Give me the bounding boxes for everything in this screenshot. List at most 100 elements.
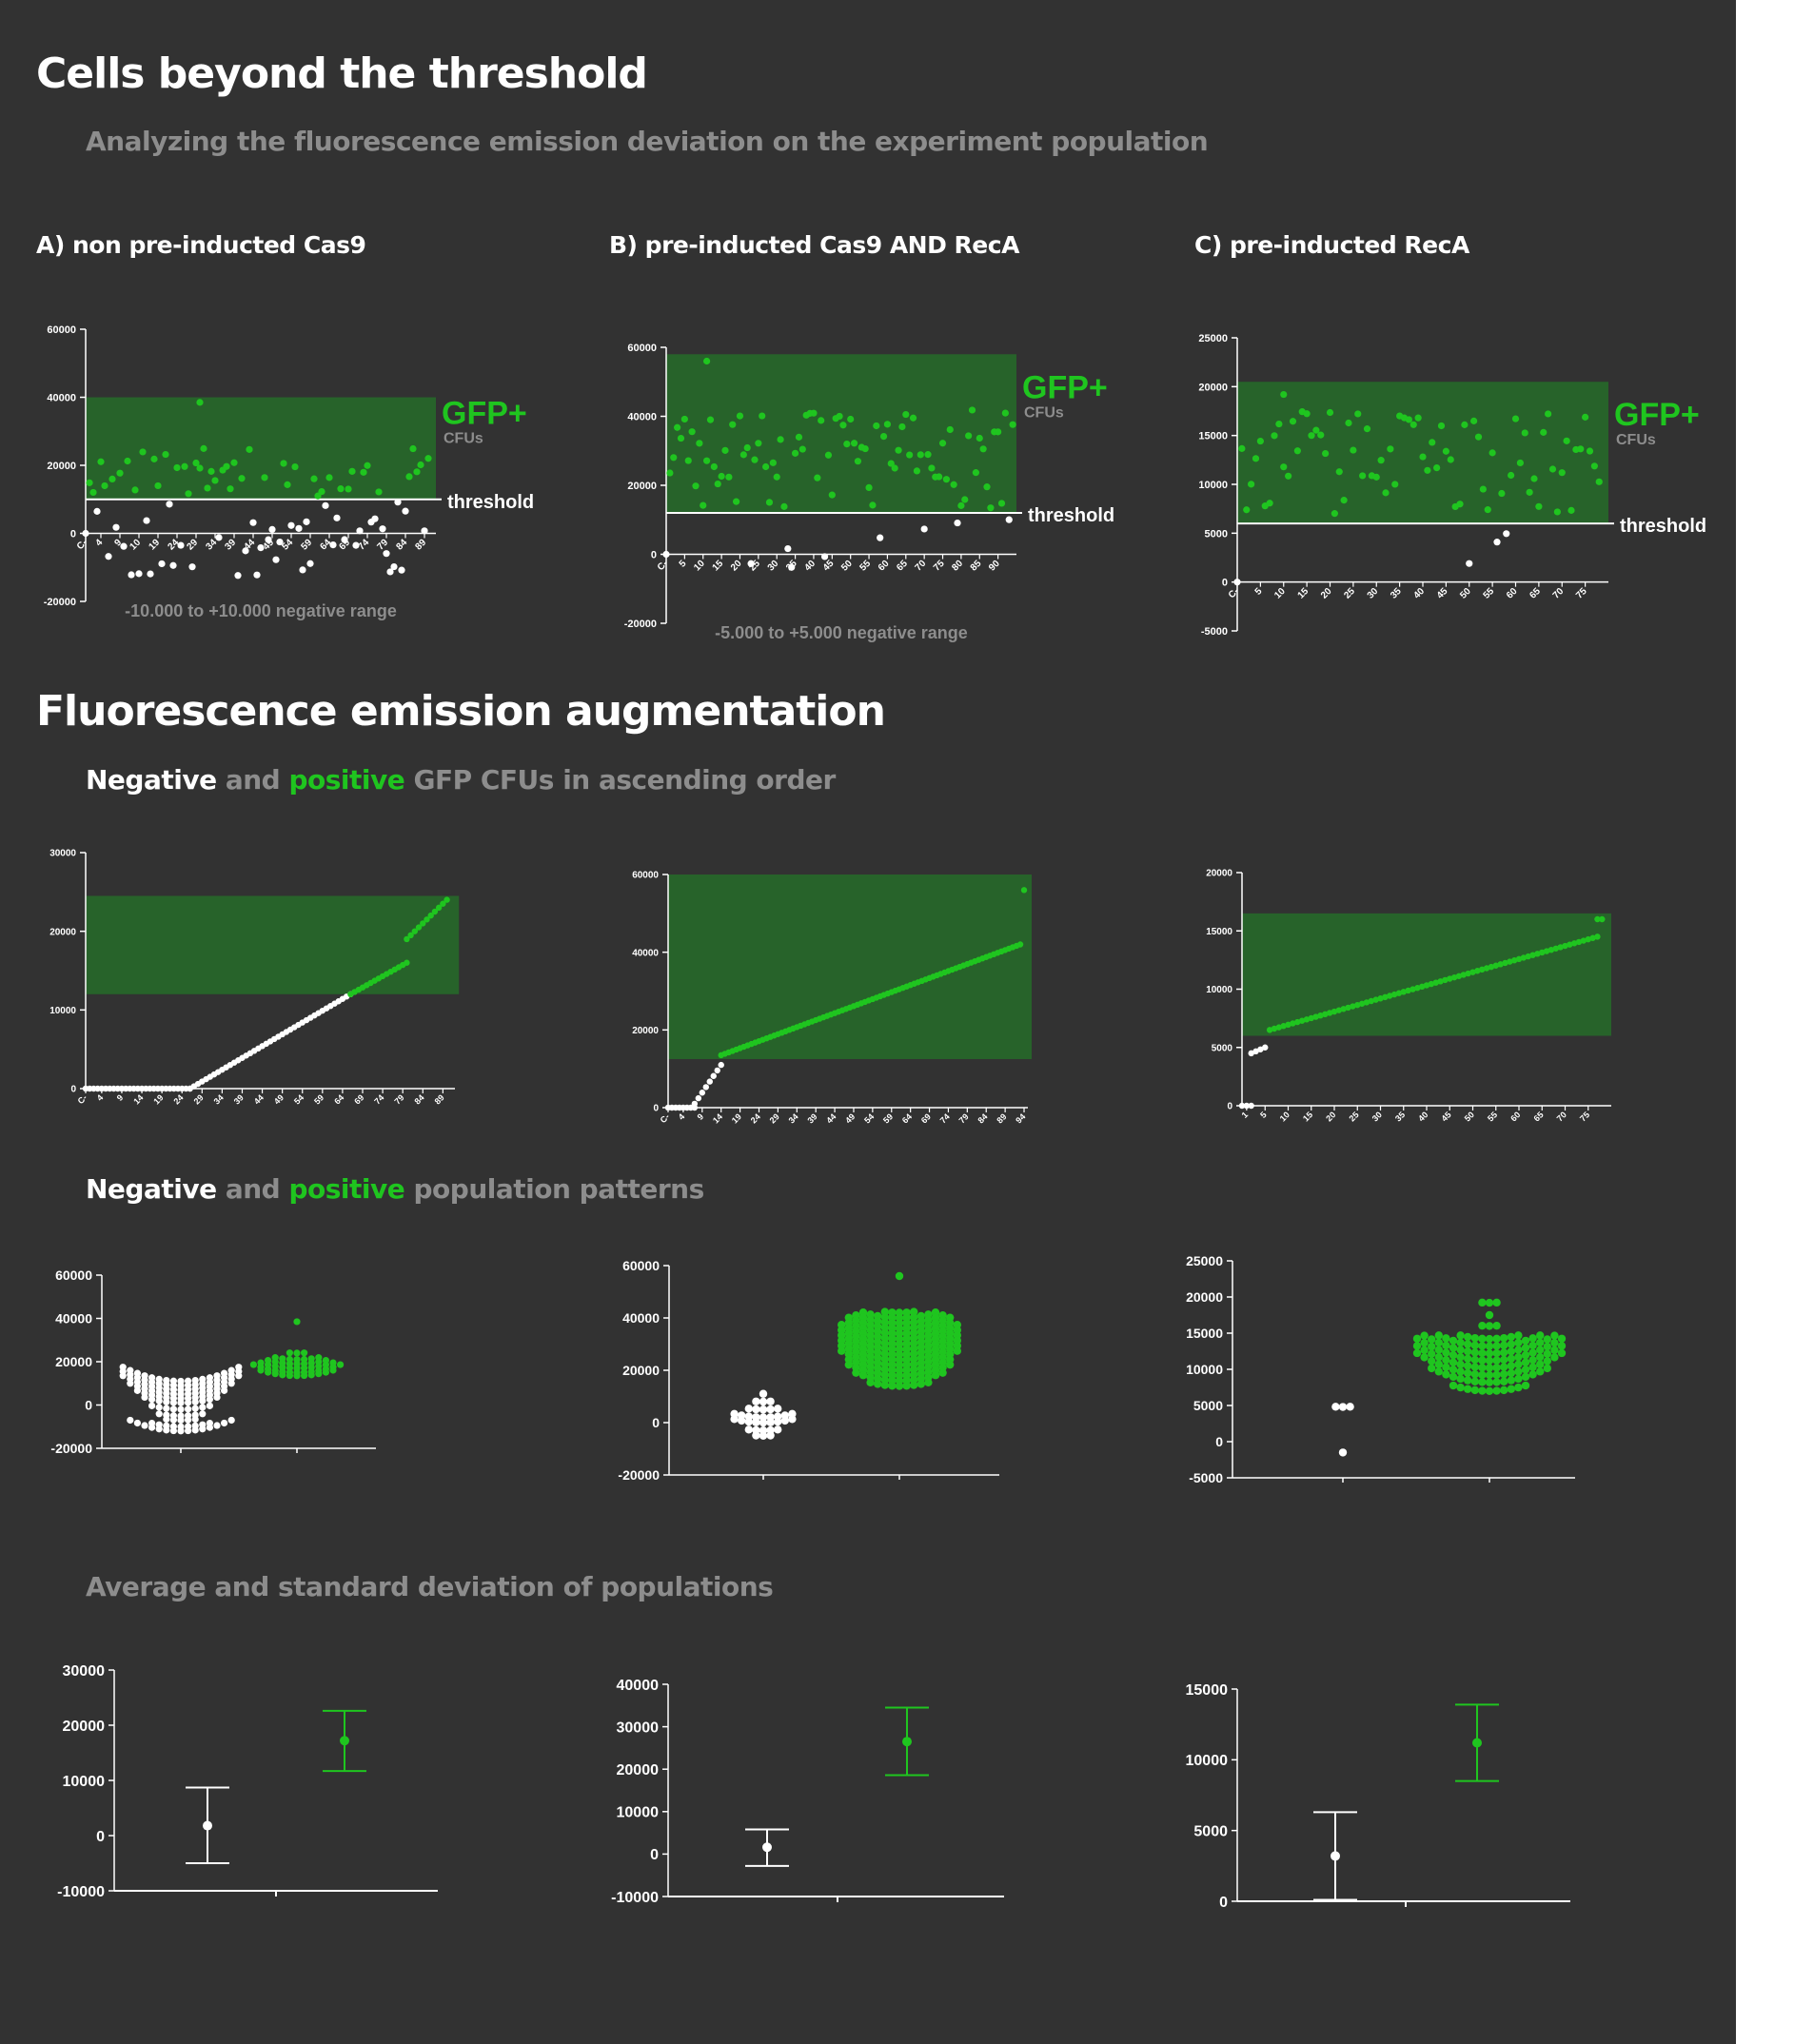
positive-point (677, 434, 685, 442)
negative-point (766, 1431, 775, 1440)
positive-point (1485, 1342, 1494, 1350)
y-tick-label: 10000 (1186, 1753, 1229, 1769)
positive-point (307, 1371, 315, 1379)
positive-point (1507, 1347, 1515, 1356)
positive-point (1363, 425, 1371, 433)
positive-point (917, 451, 924, 459)
negative-point (199, 1404, 207, 1411)
positive-point (1474, 433, 1483, 441)
x-tick-label: 40 (1411, 586, 1427, 601)
positive-point (824, 451, 833, 459)
scatter-chart-a: -200000200004000060000C- 4 9 10 19 24 29 34 39 44… (44, 324, 534, 620)
positive-point (1514, 1352, 1523, 1362)
positive-point (1508, 471, 1515, 480)
x-tick-label: 30 (766, 559, 781, 574)
gfp-label: GFP+ (442, 396, 527, 432)
positive-point (1420, 1338, 1429, 1347)
positive-point (879, 432, 888, 441)
positive-point (765, 499, 774, 506)
x-tick-label: 60 (1505, 586, 1520, 601)
y-tick-label: -20000 (44, 597, 76, 608)
positive-point (965, 432, 973, 440)
positive-point (1322, 449, 1330, 458)
positive-point (1377, 457, 1385, 464)
y-tick-label: -20000 (624, 619, 657, 630)
negative-point (188, 563, 196, 571)
positive-point (1420, 1346, 1429, 1354)
negative-point (954, 519, 961, 527)
positive-point (839, 422, 847, 429)
negative-point (695, 1094, 702, 1102)
positive-point (1478, 1386, 1487, 1395)
positive-point (1492, 1342, 1501, 1350)
negative-point (105, 553, 112, 560)
positive-point (902, 1382, 911, 1390)
positive-point (1433, 464, 1441, 472)
x-tick-label: 89 (433, 1092, 446, 1106)
y-tick-label: 0 (1222, 578, 1228, 589)
positive-point (329, 1366, 337, 1374)
x-tick-label: 19 (151, 1092, 165, 1106)
positive-point (836, 412, 843, 421)
positive-point (108, 475, 116, 483)
negative-point (206, 1402, 213, 1409)
x-tick-label: 14 (131, 1092, 145, 1106)
positive-point (246, 445, 253, 453)
positive-point (898, 423, 906, 431)
negative-point (185, 1399, 192, 1406)
positive-point (280, 460, 287, 467)
x-tick-label: 24 (171, 1092, 185, 1106)
positive-point (1331, 510, 1338, 518)
x-tick-label: 79 (375, 538, 390, 553)
positive-point (1289, 418, 1297, 425)
patterns-subtitle: Negative and positive population pattern… (86, 1173, 704, 1205)
x-tick-label: C- (1227, 586, 1241, 600)
negative-point (155, 1397, 163, 1405)
positive-point (1500, 1355, 1508, 1365)
negative-point (235, 1372, 243, 1380)
positive-point (1500, 1363, 1508, 1371)
positive-point (968, 406, 976, 414)
positive-point (1492, 1364, 1501, 1372)
positive-point (769, 459, 777, 466)
x-tick-label: 25 (1348, 1110, 1361, 1123)
x-tick-label: 94 (1014, 1111, 1027, 1125)
positive-point (1275, 420, 1283, 428)
positive-point (1563, 437, 1570, 444)
y-tick-label: 5000 (1212, 1043, 1233, 1053)
positive-point (1478, 1364, 1487, 1372)
positive-point (265, 1368, 272, 1376)
y-tick-label: 20000 (47, 461, 76, 472)
positive-point (739, 451, 747, 459)
and-word: and (225, 1173, 281, 1205)
y-tick-label: 10000 (49, 1006, 76, 1016)
negative-point (383, 550, 390, 558)
positive-point (1434, 1367, 1443, 1376)
positive-point (1586, 447, 1594, 455)
positive-point (1514, 1338, 1523, 1347)
negative-point (166, 501, 173, 508)
positive-point (116, 469, 124, 477)
negative-point (730, 1415, 739, 1424)
positive-point (791, 449, 799, 457)
negative-point (299, 566, 306, 574)
positive-point (688, 428, 696, 436)
y-tick-label: 20000 (63, 1719, 106, 1735)
x-tick-label: 29 (185, 538, 200, 553)
positive-point (1557, 1348, 1567, 1358)
swarm-chart-b: -20000 0 20000 40000 60000 (618, 1258, 999, 1483)
positive-point (1478, 1298, 1487, 1307)
negative-point (119, 1372, 127, 1380)
positive-point (987, 504, 995, 512)
x-tick-label: 45 (1440, 1110, 1453, 1123)
positive-point (1464, 1368, 1472, 1378)
negative-point (691, 1100, 699, 1108)
range-note: -5.000 to +5.000 negative range (715, 623, 968, 642)
positive-point (733, 498, 740, 505)
negative-point (759, 1389, 768, 1398)
positive-point (1484, 506, 1491, 514)
y-tick-label: 20000 (49, 927, 76, 937)
x-tick-label: 70 (1551, 586, 1567, 601)
y-tick-label: -5000 (1189, 1470, 1223, 1485)
positive-point (375, 488, 383, 496)
